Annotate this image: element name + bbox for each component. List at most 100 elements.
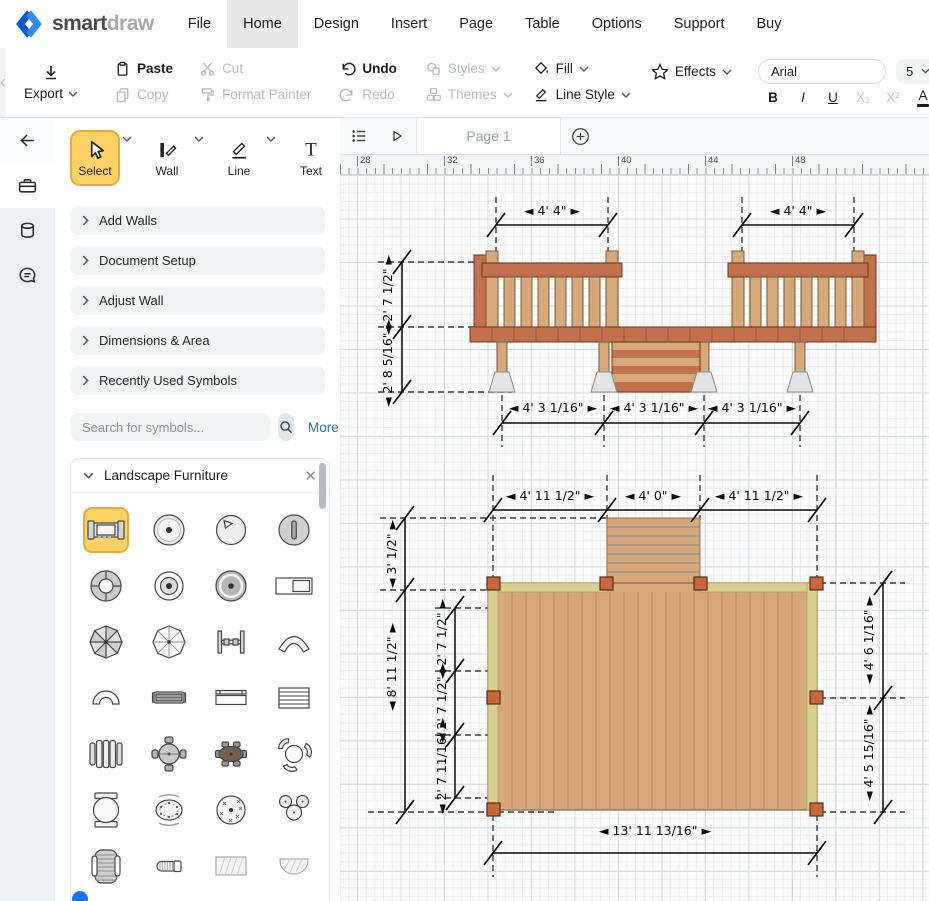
section-recently-used-symbols[interactable]: Recently Used Symbols — [70, 366, 325, 395]
search-button[interactable] — [278, 413, 294, 441]
chevron-down-icon[interactable] — [266, 136, 276, 142]
line-tool[interactable]: Line — [214, 130, 264, 186]
symbol-small-bench[interactable] — [146, 843, 192, 889]
italic-button[interactable]: I — [788, 90, 818, 105]
format-painter-icon — [199, 86, 216, 103]
symbol-slatted-platform[interactable] — [271, 675, 317, 721]
comments-tab[interactable] — [0, 253, 55, 298]
undo-button[interactable]: Undo — [339, 57, 397, 81]
smartdraw-logo[interactable]: smartdraw — [0, 9, 172, 39]
line-style-button[interactable]: Line Style — [533, 83, 631, 107]
underline-button[interactable]: U — [818, 90, 848, 105]
drawing-tools: Select Wall Line — [70, 130, 325, 196]
menu-home[interactable]: Home — [227, 0, 298, 48]
fill-bucket-icon — [533, 60, 550, 77]
symbol-library-header[interactable]: Landscape Furniture ✕ — [71, 459, 329, 493]
chevron-down-icon[interactable] — [122, 136, 132, 142]
comment-bubble-icon — [17, 265, 38, 286]
symbol-planter-group[interactable] — [271, 787, 317, 833]
page-list-button[interactable] — [340, 118, 378, 154]
symbol-planter-bench[interactable] — [83, 507, 129, 553]
cut-button[interactable]: Cut — [199, 57, 311, 81]
search-input[interactable] — [70, 413, 270, 441]
section-dimensions-area[interactable]: Dimensions & Area — [70, 326, 325, 355]
collapse-panel-button[interactable] — [0, 118, 55, 163]
symbol-oval-table-setting[interactable] — [146, 787, 192, 833]
symbol-umbrella[interactable] — [146, 619, 192, 665]
close-icon[interactable]: ✕ — [304, 467, 317, 485]
storage-box-icon — [274, 566, 314, 606]
database-icon — [17, 220, 38, 241]
symbol-bench-with-back[interactable] — [208, 675, 254, 721]
font-name-input[interactable] — [758, 59, 886, 84]
symbol-round-table-slot[interactable] — [271, 507, 317, 553]
symbol-round-table-wedge[interactable] — [208, 507, 254, 553]
font-size-select[interactable]: 5 — [896, 59, 929, 84]
svg-text:◄ 4' 3 1/16" ►: ◄ 4' 3 1/16" ► — [509, 400, 598, 415]
symbol-curved-bench[interactable] — [271, 619, 317, 665]
symbol-lounge-chairs[interactable] — [83, 731, 129, 777]
symbol-round-table-rings[interactable] — [146, 563, 192, 609]
symbol-umbrella-shaded[interactable] — [83, 619, 129, 665]
symbol-round-planter[interactable] — [208, 787, 254, 833]
plan-stairs — [607, 518, 700, 584]
font-color-button[interactable]: A — [908, 88, 929, 107]
menu-page[interactable]: Page — [443, 0, 509, 48]
effects-button[interactable]: Effects — [651, 60, 732, 84]
paste-button[interactable]: Paste — [114, 57, 173, 81]
round-table-quad-icon — [86, 566, 126, 606]
svg-text:◄ 2' 7 11/16" ►: ◄ 2' 7 11/16" ► — [434, 717, 449, 814]
copy-button[interactable]: Copy — [114, 83, 173, 107]
symbol-table-6-chairs[interactable] — [208, 731, 254, 777]
symbol-hand-truck[interactable] — [208, 619, 254, 665]
bold-button[interactable]: B — [758, 90, 788, 105]
symbol-round-table-quad[interactable] — [83, 563, 129, 609]
menu-design[interactable]: Design — [298, 0, 375, 48]
symbol-semicircle-bench[interactable] — [83, 675, 129, 721]
play-button[interactable] — [378, 118, 416, 154]
menu-options[interactable]: Options — [576, 0, 658, 48]
symbol-doormat-semicircle[interactable] — [271, 843, 317, 889]
symbol-striped-armchair[interactable] — [83, 843, 129, 889]
symbol-doormat-rect[interactable] — [208, 843, 254, 889]
symbol-picnic-table[interactable] — [83, 787, 129, 833]
round-table-slot-icon — [274, 510, 314, 550]
text-tool[interactable]: T Text — [286, 130, 336, 186]
deck-plan-drawing[interactable]: ◄ 4' 11 1/2" ► ◄ 4' 0" ► ◄ 4' 11 1/2" ► … — [368, 475, 905, 877]
fill-button[interactable]: Fill — [533, 57, 631, 81]
menu-file[interactable]: File — [172, 0, 227, 48]
toolbox-tab[interactable] — [0, 163, 55, 208]
section-add-walls[interactable]: Add Walls — [70, 206, 325, 235]
section-adjust-wall[interactable]: Adjust Wall — [70, 286, 325, 315]
symbol-table-3-chairs[interactable] — [271, 731, 317, 777]
deck-elevation-drawing[interactable]: ◄ 4' 4" ► ◄ 4' 4" ► ◄ 2' 7 1/2" ► ◄ 2' 8… — [378, 197, 876, 447]
themes-button[interactable]: Themes — [425, 83, 513, 107]
symbol-slatted-bench[interactable] — [146, 675, 192, 721]
symbol-round-table-dark[interactable] — [208, 563, 254, 609]
styles-button[interactable]: Styles — [425, 57, 513, 81]
drawing-canvas[interactable]: ◄ 4' 4" ► ◄ 4' 4" ► ◄ 2' 7 1/2" ► ◄ 2' 8… — [340, 175, 929, 901]
symbol-storage-box[interactable] — [271, 563, 317, 609]
symbol-round-table-dot[interactable] — [146, 507, 192, 553]
superscript-button[interactable]: X² — [878, 90, 908, 105]
select-tool[interactable]: Select — [70, 130, 120, 186]
table-3-chairs-icon — [274, 734, 314, 774]
format-painter-button[interactable]: Format Painter — [199, 83, 311, 107]
menu-support[interactable]: Support — [658, 0, 741, 48]
section-document-setup[interactable]: Document Setup — [70, 246, 325, 275]
symbols-scrollbar[interactable] — [319, 463, 326, 509]
export-button[interactable]: Export — [24, 64, 78, 101]
chevron-down-icon[interactable] — [194, 136, 204, 142]
menu-buy[interactable]: Buy — [741, 0, 798, 48]
subscript-button[interactable]: X₂ — [848, 90, 878, 105]
menu-insert[interactable]: Insert — [375, 0, 443, 48]
add-page-button[interactable] — [561, 118, 599, 154]
styles-icon — [425, 60, 442, 77]
wall-tool[interactable]: Wall — [142, 130, 192, 186]
redo-button[interactable]: Redo — [339, 83, 397, 107]
help-button[interactable] — [72, 891, 88, 901]
menu-table[interactable]: Table — [509, 0, 576, 48]
page-tab[interactable]: Page 1 — [416, 118, 561, 154]
symbol-table-4-chairs[interactable] — [146, 731, 192, 777]
data-tab[interactable] — [0, 208, 55, 253]
